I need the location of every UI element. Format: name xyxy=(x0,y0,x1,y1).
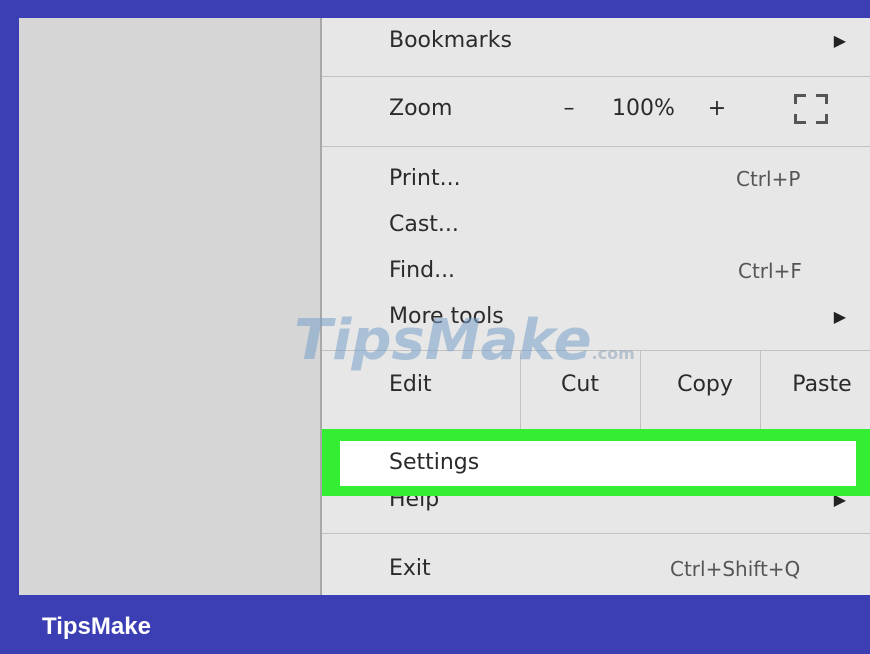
menu-item-cast[interactable]: Cast... xyxy=(322,210,870,250)
menu-item-bookmarks[interactable]: Bookmarks ▶ xyxy=(322,26,870,66)
menu-item-label: Bookmarks xyxy=(389,28,512,53)
menu-item-settings[interactable]: Settings xyxy=(340,441,856,486)
menu-item-print[interactable]: Print... Ctrl+P xyxy=(322,164,870,204)
brand-logo: TipsMake xyxy=(42,613,151,640)
menu-item-find[interactable]: Find... Ctrl+F xyxy=(322,256,870,296)
image-frame: Bookmarks ▶ Zoom – 100% + Print... Ctrl+… xyxy=(0,0,870,654)
menu-divider xyxy=(322,533,870,534)
menu-item-label: Exit xyxy=(389,556,431,581)
menu-item-edit: Edit Cut Copy Paste xyxy=(322,370,870,410)
copy-button[interactable]: Copy xyxy=(660,370,750,400)
menu-divider xyxy=(322,146,870,147)
menu-divider xyxy=(322,76,870,77)
submenu-arrow-icon: ▶ xyxy=(833,31,846,50)
submenu-arrow-icon: ▶ xyxy=(833,307,846,326)
cut-button[interactable]: Cut xyxy=(540,370,620,400)
menu-item-more-tools[interactable]: More tools ▶ xyxy=(322,302,870,342)
chrome-main-menu: Bookmarks ▶ Zoom – 100% + Print... Ctrl+… xyxy=(320,18,870,595)
menu-divider xyxy=(322,350,870,351)
fullscreen-icon[interactable] xyxy=(794,94,828,124)
shortcut-label: Ctrl+Shift+Q xyxy=(670,557,801,581)
submenu-arrow-icon: ▶ xyxy=(833,496,846,509)
menu-item-help[interactable]: Help ▶ xyxy=(322,496,870,518)
menu-item-label: Find... xyxy=(389,258,456,283)
menu-item-zoom: Zoom – 100% + xyxy=(322,94,870,134)
menu-item-label: Print... xyxy=(389,166,461,191)
zoom-in-button[interactable]: + xyxy=(702,94,732,124)
edit-divider xyxy=(640,351,641,429)
browser-window: Bookmarks ▶ Zoom – 100% + Print... Ctrl+… xyxy=(19,18,870,595)
menu-item-label: Cast... xyxy=(389,212,459,237)
shortcut-label: Ctrl+P xyxy=(736,167,801,191)
edit-divider xyxy=(520,351,521,429)
zoom-label: Zoom xyxy=(389,96,453,121)
paste-button[interactable]: Paste xyxy=(782,370,862,400)
menu-item-label: Settings xyxy=(389,450,480,475)
settings-highlight-box: Settings xyxy=(322,429,870,496)
shortcut-label: Ctrl+F xyxy=(738,259,802,283)
menu-item-label: More tools xyxy=(389,304,504,329)
zoom-level: 100% xyxy=(612,96,675,121)
menu-item-exit[interactable]: Exit Ctrl+Shift+Q xyxy=(322,554,870,594)
zoom-out-button[interactable]: – xyxy=(554,94,584,124)
edit-label: Edit xyxy=(389,372,432,397)
menu-item-label: Help xyxy=(389,496,440,512)
edit-divider xyxy=(760,351,761,429)
